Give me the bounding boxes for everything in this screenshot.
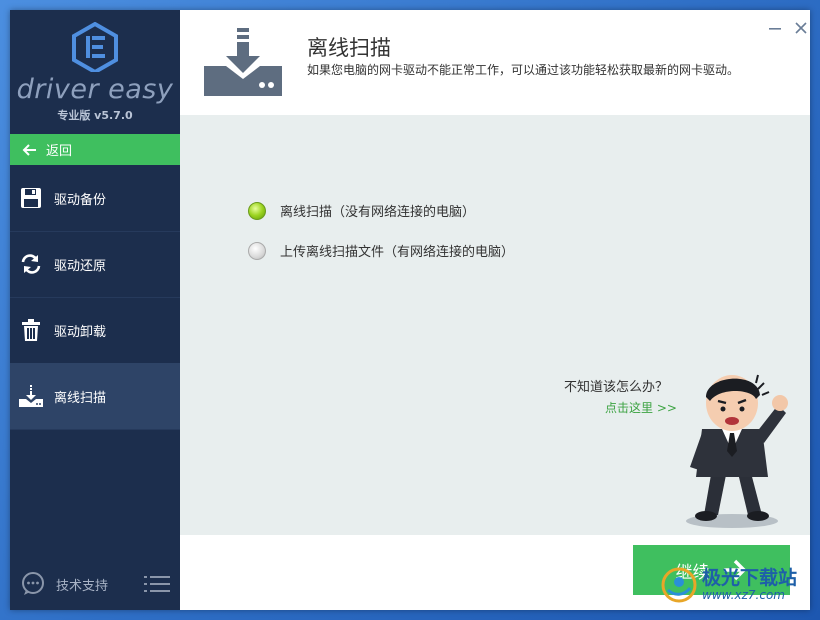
confused-businessman-illustration [686, 374, 788, 528]
minimize-icon [769, 28, 781, 30]
logo: driver easy 专业版 v5.7.0 [10, 10, 180, 134]
option-label: 离线扫描（没有网络连接的电脑） [280, 205, 476, 220]
sidebar: driver easy 专业版 v5.7.0 返回 驱动备份 驱动还原 驱动卸载… [10, 10, 180, 610]
sidebar-item-offline-scan[interactable]: 离线扫描 [10, 363, 180, 430]
sidebar-item-label: 驱动备份 [54, 192, 107, 208]
sidebar-item-driver-uninstall[interactable]: 驱动卸载 [10, 297, 180, 364]
sidebar-item-driver-restore[interactable]: 驱动还原 [10, 231, 180, 298]
close-button[interactable] [791, 18, 810, 38]
option-label: 上传离线扫描文件（有网络连接的电脑） [280, 245, 515, 260]
watermark-url: www.xz7.com [702, 588, 785, 602]
chat-icon[interactable] [20, 571, 46, 597]
arrow-left-icon [22, 143, 36, 156]
help-link[interactable]: 点击这里 >> [605, 399, 677, 416]
watermark: 极光下载站 www.xz7.com [660, 566, 797, 604]
watermark-logo-icon [661, 567, 697, 603]
sidebar-item-driver-backup[interactable]: 驱动备份 [10, 165, 180, 232]
support-area: 技术支持 [10, 566, 180, 602]
save-icon [18, 185, 44, 211]
version-label: 专业版 v5.7.0 [57, 109, 133, 122]
minimize-button[interactable] [765, 18, 785, 38]
driver-easy-logo-icon [72, 22, 118, 72]
menu-icon[interactable] [144, 574, 170, 594]
radio-unselected[interactable] [248, 241, 266, 260]
refresh-icon [18, 251, 44, 277]
support-label[interactable]: 技术支持 [56, 575, 108, 594]
sidebar-item-label: 驱动卸载 [54, 324, 107, 340]
sidebar-item-label: 驱动还原 [54, 258, 107, 274]
app-window: driver easy 专业版 v5.7.0 返回 驱动备份 驱动还原 驱动卸载… [10, 10, 810, 610]
close-icon [795, 22, 807, 34]
page-description: 如果您电脑的网卡驱动不能正常工作，可以通过该功能轻松获取最新的网卡驱动。 [307, 63, 740, 77]
trash-icon [18, 317, 44, 343]
sidebar-item-label: 离线扫描 [54, 390, 107, 406]
help-question: 不知道该怎么办？ [564, 380, 669, 395]
option-offline-scan[interactable]: 离线扫描（没有网络连接的电脑） [248, 201, 475, 220]
back-label: 返回 [46, 144, 73, 159]
offline-scan-header-icon [204, 28, 282, 96]
header: 离线扫描 如果您电脑的网卡驱动不能正常工作，可以通过该功能轻松获取最新的网卡驱动… [180, 10, 810, 115]
content-area: 离线扫描（没有网络连接的电脑） 上传离线扫描文件（有网络连接的电脑） 不知道该怎… [180, 115, 810, 535]
back-button[interactable]: 返回 [10, 134, 180, 165]
page-title: 离线扫描 [307, 36, 391, 60]
brand-name: driver easy [16, 74, 174, 105]
option-upload-scan-file[interactable]: 上传离线扫描文件（有网络连接的电脑） [248, 241, 514, 260]
download-icon [18, 383, 44, 409]
radio-selected[interactable] [248, 201, 266, 220]
watermark-title: 极光下载站 [702, 567, 798, 589]
